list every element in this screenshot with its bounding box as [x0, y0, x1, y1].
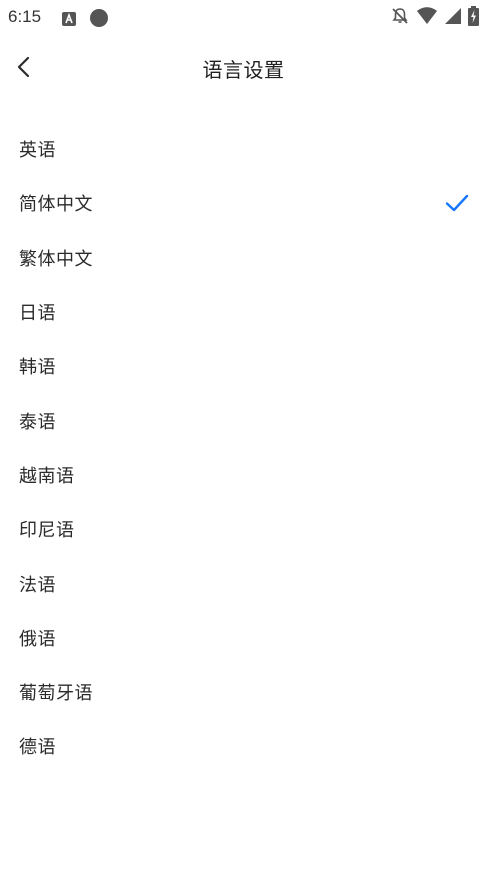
- language-item-korean[interactable]: 韩语: [0, 339, 487, 393]
- app-a-icon: [62, 11, 76, 30]
- language-label: 简体中文: [19, 194, 93, 216]
- language-item-indonesian[interactable]: 印尼语: [0, 502, 487, 556]
- status-icons: [390, 6, 479, 30]
- language-label: 德语: [19, 737, 56, 759]
- language-label: 法语: [19, 574, 56, 596]
- notifications-off-icon: [390, 6, 410, 30]
- circle-icon: [89, 8, 109, 32]
- language-item-vietnamese[interactable]: 越南语: [0, 448, 487, 502]
- language-label: 俄语: [19, 628, 56, 650]
- language-item-traditional-chinese[interactable]: 繁体中文: [0, 231, 487, 285]
- signal-icon: [444, 7, 462, 29]
- language-item-russian[interactable]: 俄语: [0, 611, 487, 665]
- wifi-icon: [416, 7, 438, 29]
- status-bar: 6:15: [0, 0, 487, 36]
- language-label: 繁体中文: [19, 248, 93, 270]
- nav-bar: 语言设置: [0, 36, 487, 98]
- language-item-simplified-chinese[interactable]: 简体中文: [0, 176, 487, 230]
- language-label: 葡萄牙语: [19, 683, 93, 705]
- language-item-thai[interactable]: 泰语: [0, 393, 487, 447]
- battery-charging-icon: [468, 6, 479, 30]
- language-label: 越南语: [19, 465, 75, 487]
- language-item-portuguese[interactable]: 葡萄牙语: [0, 665, 487, 719]
- language-item-english[interactable]: 英语: [0, 122, 487, 176]
- language-item-german[interactable]: 德语: [0, 719, 487, 773]
- page-title: 语言设置: [202, 58, 285, 82]
- language-label: 印尼语: [19, 520, 75, 542]
- language-label: 泰语: [19, 411, 56, 433]
- status-time: 6:15: [8, 7, 42, 26]
- language-item-japanese[interactable]: 日语: [0, 285, 487, 339]
- language-label: 日语: [19, 303, 56, 325]
- language-label: 英语: [19, 140, 56, 162]
- check-icon: [445, 195, 469, 212]
- language-item-french[interactable]: 法语: [0, 556, 487, 610]
- language-list: 英语 简体中文 繁体中文 日语 韩语 泰语 越南语 印尼语 法语 俄语 葡萄牙语…: [0, 122, 487, 774]
- language-label: 韩语: [19, 357, 56, 379]
